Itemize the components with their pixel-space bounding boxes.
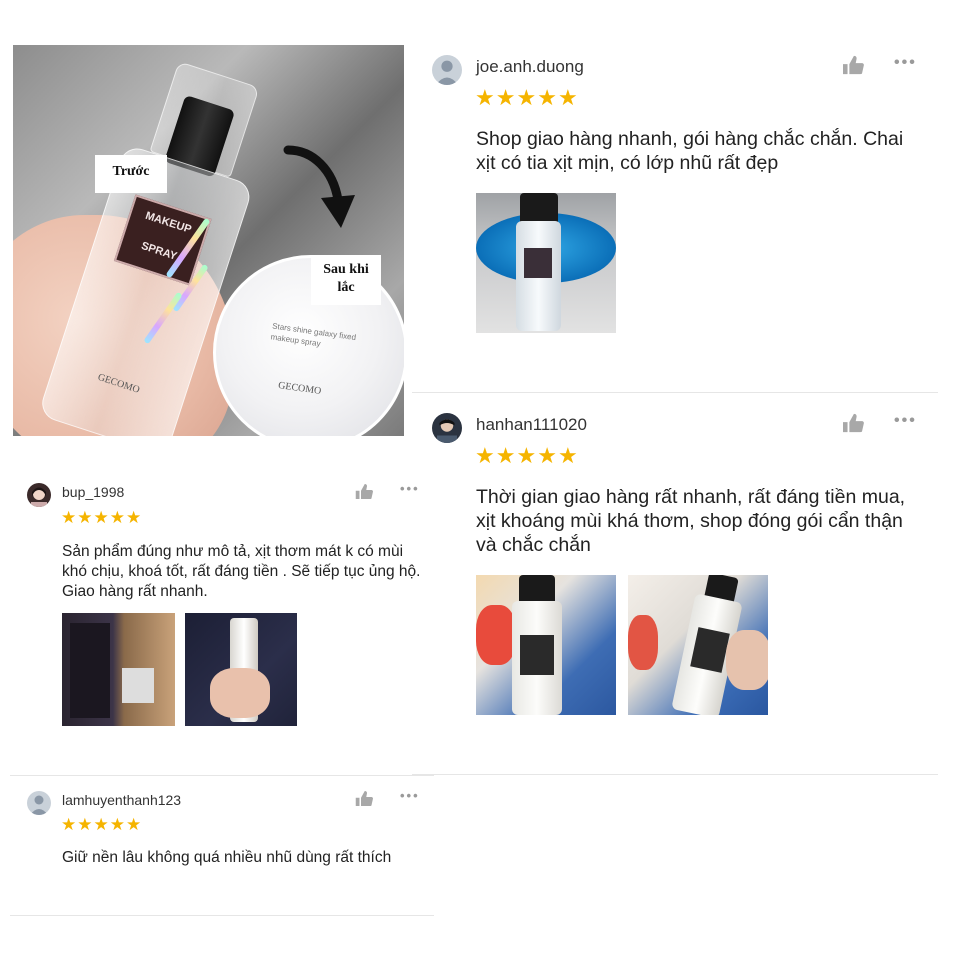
review-comment: Shop giao hàng nhanh, gói hàng chắc chắn…: [476, 128, 904, 174]
review-comment: Thời gian giao hàng rất nhanh, rất đáng …: [476, 486, 906, 556]
star-rating: ★ ★ ★ ★ ★: [475, 85, 579, 111]
review-username[interactable]: hanhan111020: [476, 415, 587, 435]
review-comment: Sản phẩm đúng như mô tả, xịt thơm mát k …: [62, 543, 421, 600]
divider: [10, 915, 434, 916]
thumbs-up-icon[interactable]: [842, 413, 864, 433]
star-icon: ★: [77, 508, 93, 527]
review-comment: Giữ nền lâu không quá nhiều nhũ dùng rất…: [62, 849, 392, 866]
star-icon: ★: [61, 508, 77, 527]
review-photo[interactable]: [185, 613, 297, 726]
more-options-icon[interactable]: •••: [400, 788, 420, 803]
after-label: Sau khi lắc: [311, 255, 381, 305]
star-icon: ★: [557, 85, 578, 110]
star-rating: ★ ★ ★ ★ ★: [475, 443, 579, 469]
star-icon: ★: [537, 443, 557, 468]
star-icon: ★: [537, 85, 557, 110]
divider: [412, 392, 938, 393]
before-label: Trước: [95, 155, 167, 193]
zoom-bottle-brand: GECOMO: [277, 380, 322, 397]
review-username[interactable]: joe.anh.duong: [476, 57, 584, 77]
thumbs-up-icon[interactable]: [355, 790, 373, 807]
star-icon: ★: [109, 508, 125, 527]
star-icon: ★: [475, 443, 495, 468]
star-icon: ★: [126, 815, 142, 834]
star-icon: ★: [557, 443, 578, 468]
divider: [412, 774, 938, 775]
review-username[interactable]: bup_1998: [62, 484, 124, 500]
star-icon: ★: [126, 508, 142, 527]
zoom-bottle-text: Stars shine galaxy fixed makeup spray: [270, 321, 357, 349]
star-rating: ★ ★ ★ ★ ★: [61, 508, 142, 528]
star-icon: ★: [93, 508, 109, 527]
star-icon: ★: [77, 815, 93, 834]
review-photo[interactable]: [476, 193, 616, 333]
review-photo[interactable]: [476, 575, 616, 715]
star-icon: ★: [93, 815, 109, 834]
more-options-icon[interactable]: •••: [894, 412, 917, 430]
default-user-avatar-icon[interactable]: [432, 55, 462, 85]
review-photo[interactable]: [628, 575, 768, 715]
star-icon: ★: [516, 443, 537, 468]
divider: [10, 775, 434, 776]
thumbs-up-icon[interactable]: [842, 55, 864, 75]
star-rating: ★ ★ ★ ★ ★: [61, 815, 142, 835]
star-icon: ★: [495, 443, 516, 468]
default-user-avatar-icon[interactable]: [27, 791, 51, 815]
user-avatar[interactable]: [432, 413, 462, 443]
star-icon: ★: [109, 815, 125, 834]
star-icon: ★: [516, 85, 537, 110]
user-avatar[interactable]: [27, 483, 51, 507]
more-options-icon[interactable]: •••: [400, 481, 420, 496]
review-username[interactable]: lamhuyenthanh123: [62, 792, 181, 808]
more-options-icon[interactable]: •••: [894, 54, 917, 72]
curved-arrow-icon: [283, 145, 355, 228]
review-photo[interactable]: [62, 613, 175, 726]
star-icon: ★: [61, 815, 77, 834]
star-icon: ★: [495, 85, 516, 110]
star-icon: ★: [475, 85, 495, 110]
product-hero-image: MAKEUP SPRAY GECOMO Trước Stars shine ga…: [13, 45, 404, 436]
thumbs-up-icon[interactable]: [355, 483, 373, 500]
